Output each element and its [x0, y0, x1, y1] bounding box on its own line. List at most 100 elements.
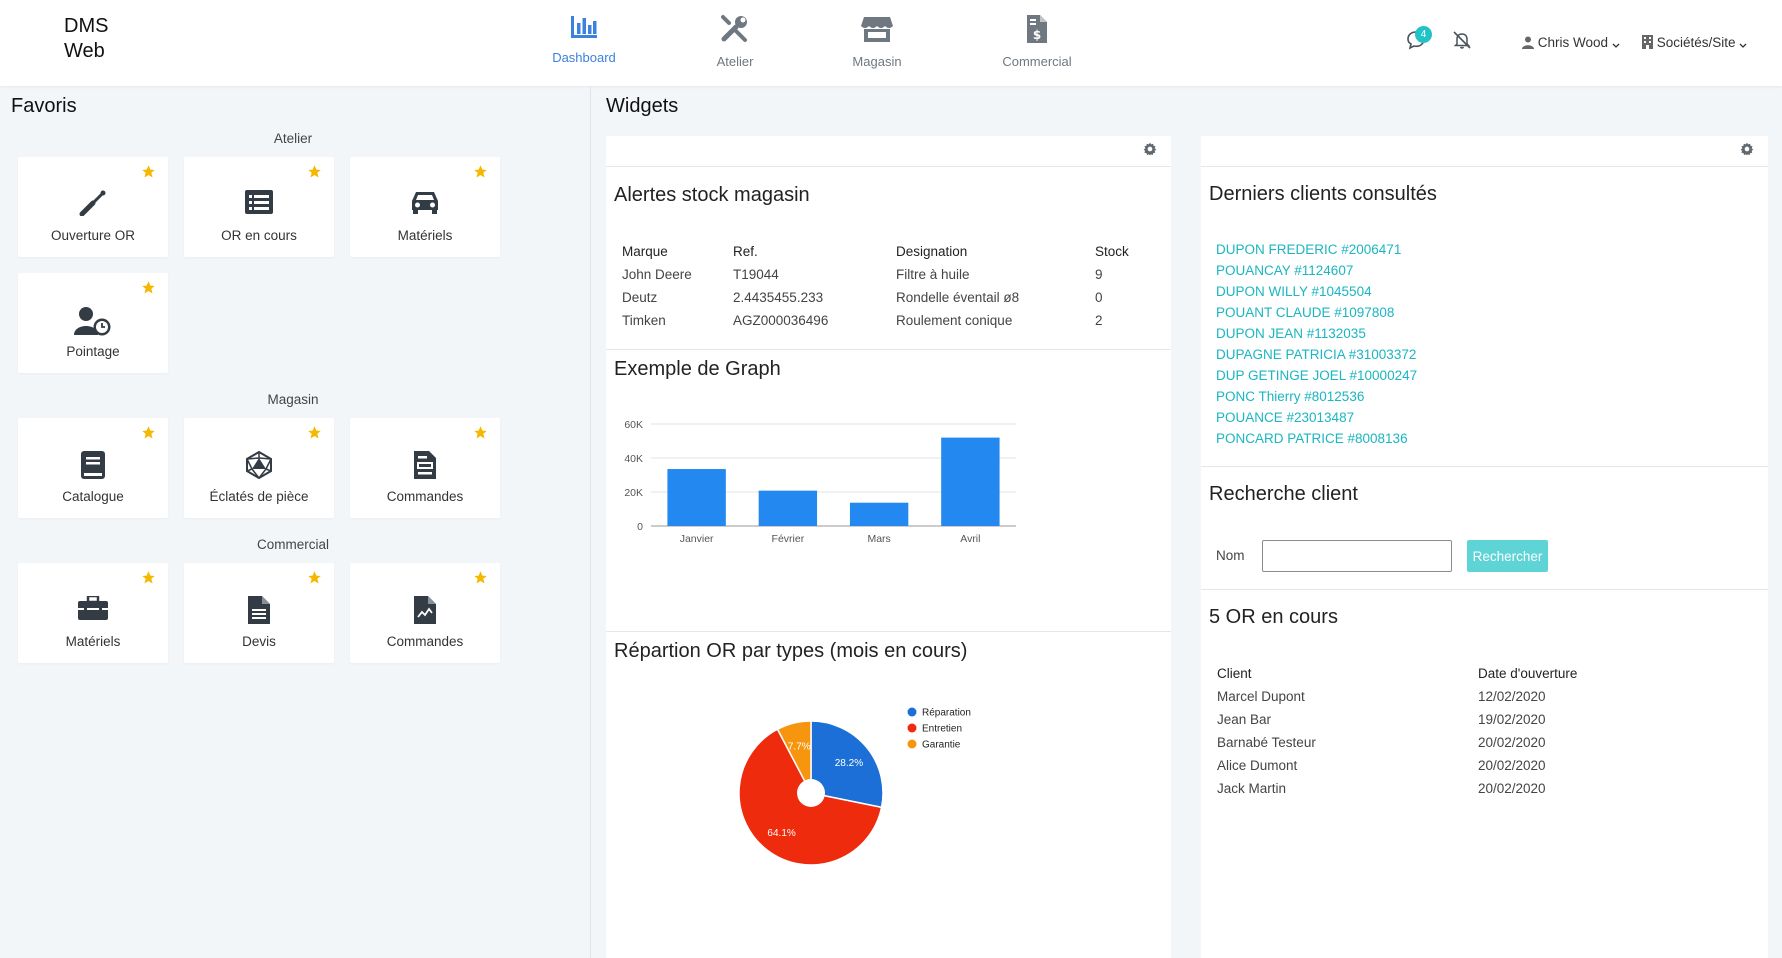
pie-chart: 28.2% 64.1% 7.7% Réparation Entretien Garanti…: [738, 707, 971, 866]
card-divider: [1201, 466, 1768, 467]
star-icon: [142, 165, 155, 178]
nav-magasin[interactable]: Magasin: [817, 14, 937, 69]
cell-ref: T19044: [733, 267, 779, 282]
nav-dashboard[interactable]: Dashboard: [524, 14, 644, 65]
pie-chart-title: Répartion OR par types (mois en cours): [614, 640, 968, 662]
tile-commandes-magasin[interactable]: Commandes: [350, 418, 500, 518]
tile-devis[interactable]: Devis: [184, 563, 334, 663]
client-link[interactable]: DUPON FREDERIC #2006471: [1216, 242, 1401, 257]
top-navbar: DMS Web Dashboard Atelier Magasin $ Comm…: [0, 0, 1782, 86]
user-icon: [1522, 36, 1534, 49]
cell-stock: 2: [1095, 313, 1103, 328]
card-divider: [606, 631, 1171, 632]
tile-materiels-commercial[interactable]: Matériels: [18, 563, 168, 663]
site-menu-label: Sociétés/Site: [1656, 35, 1736, 50]
graph-title: Exemple de Graph: [614, 358, 781, 380]
svg-text:$: $: [1033, 28, 1041, 42]
client-link[interactable]: DUP GETINGE JOEL #10000247: [1216, 368, 1417, 383]
cell-ref: AGZ000036496: [733, 313, 829, 328]
client-search-title: Recherche client: [1209, 483, 1358, 505]
tile-materiels-atelier[interactable]: Matériels: [350, 157, 500, 257]
column-header: Stock: [1095, 244, 1129, 259]
card-divider: [606, 349, 1171, 350]
toolbox-icon: [78, 594, 108, 620]
y-tick-label: 20K: [624, 487, 643, 499]
cell-date: 20/02/2020: [1478, 758, 1546, 773]
list-icon: [245, 190, 273, 214]
tile-label: Catalogue: [62, 489, 124, 504]
cell-date: 19/02/2020: [1478, 712, 1546, 727]
user-menu[interactable]: Chris Wood: [1522, 35, 1620, 50]
notifications-muted-button[interactable]: [1452, 30, 1472, 55]
tile-label: Devis: [242, 634, 276, 649]
tools-icon: [721, 15, 747, 42]
user-clock-icon: [74, 307, 111, 336]
tile-label: Commandes: [386, 634, 464, 649]
client-link[interactable]: PONCARD PATRICE #8008136: [1216, 431, 1408, 446]
client-link[interactable]: DUPON JEAN #1132035: [1216, 326, 1366, 341]
nav-label: Atelier: [716, 54, 754, 69]
wrench-screwdriver-icon: [79, 190, 106, 217]
chart-bar-icon: [571, 16, 597, 38]
cell-client: Barnabé Testeur: [1217, 735, 1316, 750]
tile-eclates-de-piece[interactable]: Éclatés de pièce: [184, 418, 334, 518]
client-link[interactable]: POUANCAY #1124607: [1216, 263, 1353, 278]
star-icon: [308, 165, 321, 178]
legend-label: Garantie: [922, 740, 961, 751]
site-menu[interactable]: Sociétés/Site: [1642, 35, 1747, 50]
search-button[interactable]: Rechercher: [1467, 540, 1548, 572]
stock-alerts-title: Alertes stock magasin: [614, 184, 810, 206]
section-label-commercial: Commercial: [256, 537, 329, 552]
x-tick-label: Février: [772, 533, 805, 545]
gear-icon[interactable]: [1740, 142, 1754, 156]
nav-atelier[interactable]: Atelier: [675, 14, 795, 69]
pie-slice-label: 28.2%: [835, 758, 863, 769]
client-link[interactable]: PONC Thierry #8012536: [1216, 389, 1364, 404]
tile-or-en-cours[interactable]: OR en cours: [184, 157, 334, 257]
cell-date: 20/02/2020: [1478, 781, 1546, 796]
card-divider: [1201, 166, 1768, 167]
legend-label: Réparation: [922, 708, 971, 719]
legend-swatch: [907, 707, 917, 717]
cell-designation: Filtre à huile: [896, 267, 970, 282]
chevron-down-icon: [1612, 43, 1620, 48]
cell-stock: 0: [1095, 290, 1103, 305]
column-header: Client: [1217, 666, 1252, 681]
cell-marque: Timken: [622, 313, 666, 328]
tile-ouverture-or[interactable]: Ouverture OR: [18, 157, 168, 257]
nav-commercial[interactable]: $ Commercial: [977, 14, 1097, 69]
document-icon: [414, 451, 436, 479]
pie-slice-label: 64.1%: [767, 828, 795, 839]
tile-label: Ouverture OR: [50, 228, 136, 243]
client-link[interactable]: DUPAGNE PATRICIA #31003372: [1216, 347, 1416, 362]
section-label-magasin: Magasin: [267, 392, 319, 407]
building-icon: [1642, 35, 1653, 49]
tile-pointage[interactable]: Pointage: [18, 273, 168, 373]
stock-alerts-table: Marque Ref. Designation Stock John Deere…: [622, 244, 1162, 334]
tile-commandes-commercial[interactable]: Commandes: [350, 563, 500, 663]
client-link[interactable]: DUPON WILLY #1045504: [1216, 284, 1372, 299]
column-header: Date d'ouverture: [1478, 666, 1578, 681]
app-logo[interactable]: DMS Web: [64, 14, 108, 64]
star-icon: [474, 165, 487, 178]
nav-label: Commercial: [1002, 54, 1072, 69]
column-divider: [590, 86, 591, 958]
bar: [758, 490, 818, 526]
nav-label: Dashboard: [552, 50, 616, 65]
client-name-input[interactable]: [1262, 540, 1452, 572]
star-icon: [474, 571, 487, 584]
cell-client: Marcel Dupont: [1217, 689, 1305, 704]
file-text-icon: [248, 596, 270, 624]
bell-slash-icon: [1453, 31, 1471, 49]
gear-icon[interactable]: [1143, 142, 1157, 156]
nav-label: Magasin: [852, 54, 902, 69]
client-link[interactable]: POUANCE #23013487: [1216, 410, 1354, 425]
star-icon: [474, 426, 487, 439]
tile-label: Pointage: [66, 344, 120, 359]
tile-catalogue[interactable]: Catalogue: [18, 418, 168, 518]
y-tick-label: 40K: [624, 453, 643, 465]
bar: [849, 502, 909, 526]
client-link[interactable]: POUANT CLAUDE #1097808: [1216, 305, 1394, 320]
star-icon: [142, 571, 155, 584]
column-header: Designation: [896, 244, 968, 259]
